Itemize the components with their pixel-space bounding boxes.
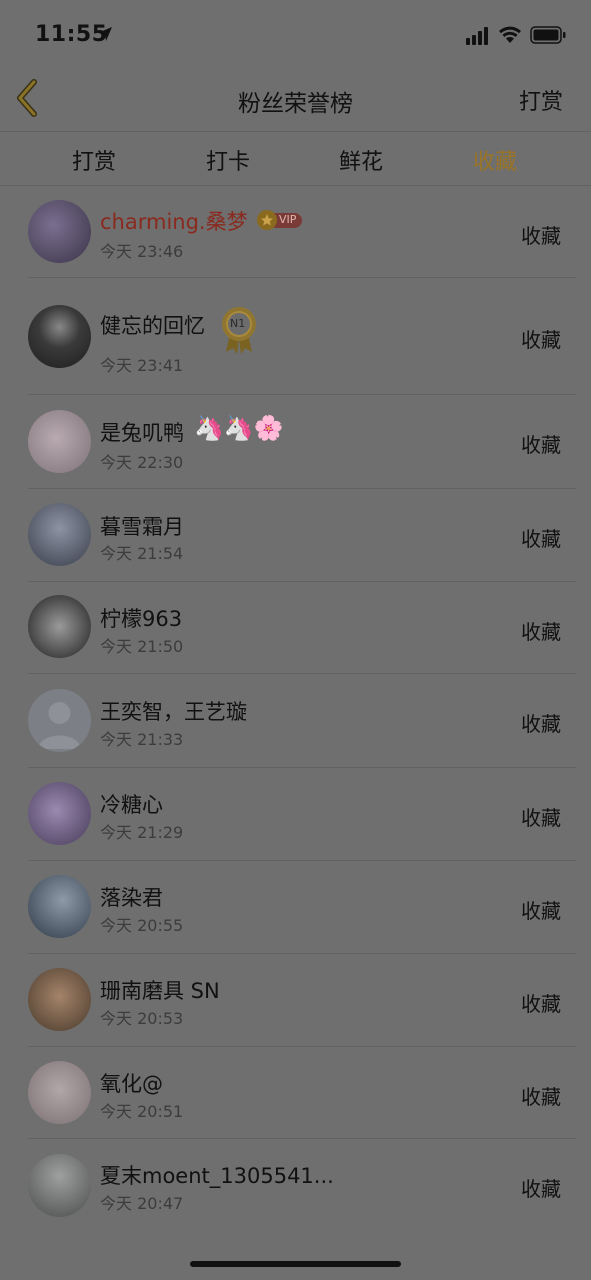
list-item-time: 今天 22:30	[100, 453, 184, 472]
list-item-name: 健忘的回忆	[100, 314, 205, 338]
default-avatar-icon	[38, 702, 81, 749]
avatar[interactable]	[28, 410, 91, 473]
list-item-name: charming.桑梦	[100, 210, 248, 234]
list-item[interactable]: 夏末moent_1305541... 今天 20:47 收藏	[0, 1139, 591, 1231]
list-item-time: 今天 21:29	[100, 823, 184, 842]
location-arrow-icon	[98, 27, 112, 41]
list-item-name: 夏末moent_1305541...	[100, 1164, 334, 1188]
header-reward-button[interactable]: 打赏	[519, 84, 563, 116]
avatar[interactable]	[28, 1154, 91, 1217]
tab-flowers[interactable]: 鲜花	[316, 144, 406, 176]
list-item-action[interactable]: 收藏	[521, 1173, 561, 1202]
rank-medal-label: N1	[230, 317, 246, 330]
rank-medal-icon	[222, 307, 256, 354]
list-item-time: 今天 21:54	[100, 544, 184, 563]
avatar[interactable]	[28, 200, 91, 263]
list-item-name: 是兔叽鸭	[100, 421, 184, 445]
battery-icon	[530, 26, 566, 44]
list-item[interactable]: 氧化@ 今天 20:51 收藏	[0, 1047, 591, 1139]
list-item[interactable]: 落染君 今天 20:55 收藏	[0, 861, 591, 954]
list-item[interactable]: 柠檬963 今天 21:50 收藏	[0, 582, 591, 674]
vip-badge-label: VIP	[279, 213, 297, 226]
list-item-action[interactable]: 收藏	[521, 988, 561, 1017]
avatar[interactable]	[28, 305, 91, 368]
list-item-name: 氧化@	[100, 1072, 163, 1096]
list-item-time: 今天 21:33	[100, 730, 184, 749]
list-item-name: 暮雪霜月	[100, 515, 184, 539]
list-item[interactable]: 冷糖心 今天 21:29 收藏	[0, 768, 591, 861]
nav-header: 粉丝荣誉榜 打赏	[0, 70, 591, 132]
list-item-action[interactable]: 收藏	[521, 708, 561, 737]
list-item-name: 柠檬963	[100, 607, 183, 631]
list-item-name: 冷糖心	[100, 793, 163, 817]
tab-bar: 打赏 打卡 鲜花 收藏	[0, 132, 591, 186]
list-item-time: 今天 23:41	[100, 356, 184, 375]
list-item-action[interactable]: 收藏	[521, 523, 561, 552]
list-item-action[interactable]: 收藏	[521, 429, 561, 458]
list-item-time: 今天 20:53	[100, 1009, 184, 1028]
unicorn-emoji-icon: 🦄🦄🌸	[194, 414, 284, 442]
avatar[interactable]	[28, 782, 91, 845]
list-item[interactable]: 健忘的回忆 N1 今天 23:41 收藏	[0, 278, 591, 395]
avatar[interactable]	[28, 875, 91, 938]
list-item-action[interactable]: 收藏	[521, 802, 561, 831]
screen: 11:55 粉丝荣誉榜 打赏 打赏 打卡 鲜花 收藏 charming.桑梦 V…	[0, 0, 591, 1280]
avatar[interactable]	[28, 503, 91, 566]
list-item-action[interactable]: 收藏	[521, 895, 561, 924]
wifi-icon	[499, 26, 521, 43]
avatar[interactable]	[28, 689, 91, 752]
tab-favorites[interactable]: 收藏	[450, 144, 540, 176]
list-item-action[interactable]: 收藏	[521, 220, 561, 249]
list-item-action[interactable]: 收藏	[521, 616, 561, 645]
list-item-time: 今天 20:47	[100, 1194, 184, 1213]
list-item[interactable]: 是兔叽鸭 🦄🦄🌸 今天 22:30 收藏	[0, 395, 591, 489]
status-bar: 11:55	[0, 0, 591, 70]
list-item-action[interactable]: 收藏	[521, 324, 561, 353]
list-item-time: 今天 23:46	[100, 242, 184, 261]
list-item-time: 今天 20:55	[100, 916, 184, 935]
avatar[interactable]	[28, 968, 91, 1031]
cellular-signal-icon	[466, 27, 488, 45]
list-item-name: 珊南磨具 SN	[100, 979, 220, 1003]
list-item[interactable]: 珊南磨具 SN 今天 20:53 收藏	[0, 954, 591, 1047]
list-item-time: 今天 20:51	[100, 1102, 184, 1121]
avatar[interactable]	[28, 1061, 91, 1124]
home-indicator[interactable]	[190, 1261, 401, 1267]
list-item-action[interactable]: 收藏	[521, 1081, 561, 1110]
tab-reward[interactable]: 打赏	[49, 144, 139, 176]
list-item[interactable]: 王奕智，王艺璇 今天 21:33 收藏	[0, 674, 591, 768]
list-item[interactable]: 暮雪霜月 今天 21:54 收藏	[0, 489, 591, 582]
avatar[interactable]	[28, 595, 91, 658]
list-item-name: 落染君	[100, 886, 163, 910]
page-title: 粉丝荣誉榜	[238, 91, 353, 117]
list-item-name: 王奕智，王艺璇	[100, 700, 247, 724]
list-item-time: 今天 21:50	[100, 637, 184, 656]
list-item[interactable]: charming.桑梦 VIP 今天 23:46 收藏	[0, 186, 591, 278]
tab-checkin[interactable]: 打卡	[183, 144, 273, 176]
